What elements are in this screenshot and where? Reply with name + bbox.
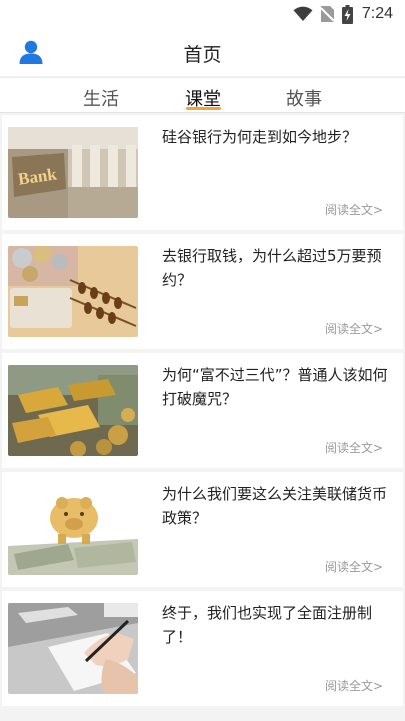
article-title: 为何“富不过三代”？普通人该如何打破魔咒？	[162, 366, 388, 408]
status-icons: 7:24	[293, 4, 393, 24]
category-tabs: 生活 课堂 故事	[0, 77, 405, 113]
tab-life[interactable]: 生活	[83, 85, 119, 111]
status-time: 7:24	[361, 5, 393, 22]
article-card[interactable]: 去银行取钱，为什么超过5万要预约？ 阅读全文>	[2, 234, 403, 349]
article-title: 去银行取钱，为什么超过5万要预约？	[162, 247, 382, 289]
signing-document-image	[8, 603, 138, 694]
article-card[interactable]: 为何“富不过三代”？普通人该如何打破魔咒？ 阅读全文>	[2, 353, 403, 468]
read-more-link[interactable]: 阅读全文>	[325, 320, 383, 337]
active-tab-indicator	[186, 107, 221, 110]
article-card[interactable]: 终于，我们也实现了全面注册制了！ 阅读全文>	[2, 591, 403, 706]
tab-stories[interactable]: 故事	[286, 85, 322, 111]
wifi-icon	[293, 6, 313, 21]
page-title: 首页	[183, 44, 222, 66]
status-bar: 7:24	[0, 0, 405, 28]
piggy-bank-image	[8, 484, 138, 575]
read-more-link[interactable]: 阅读全文>	[325, 201, 383, 218]
no-sim-icon	[320, 6, 335, 22]
article-card[interactable]: Bank 硅谷银行为何走到如今地步？ 阅读全文>	[2, 115, 403, 230]
article-title: 为什么我们要这么关注美联储货币政策？	[162, 485, 388, 527]
article-title: 硅谷银行为何走到如今地步？	[162, 128, 358, 146]
coins-and-abacus-image	[8, 246, 138, 337]
title-bar: 首页	[0, 28, 405, 76]
article-title: 终于，我们也实现了全面注册制了！	[162, 604, 373, 646]
gold-bars-image	[8, 365, 138, 456]
read-more-link[interactable]: 阅读全文>	[325, 677, 383, 694]
bank-building-image: Bank	[8, 127, 138, 218]
article-card[interactable]: 为什么我们要这么关注美联储货币政策？ 阅读全文>	[2, 472, 403, 587]
battery-charging-icon	[341, 4, 353, 24]
read-more-link[interactable]: 阅读全文>	[325, 439, 383, 456]
read-more-link[interactable]: 阅读全文>	[325, 558, 383, 575]
